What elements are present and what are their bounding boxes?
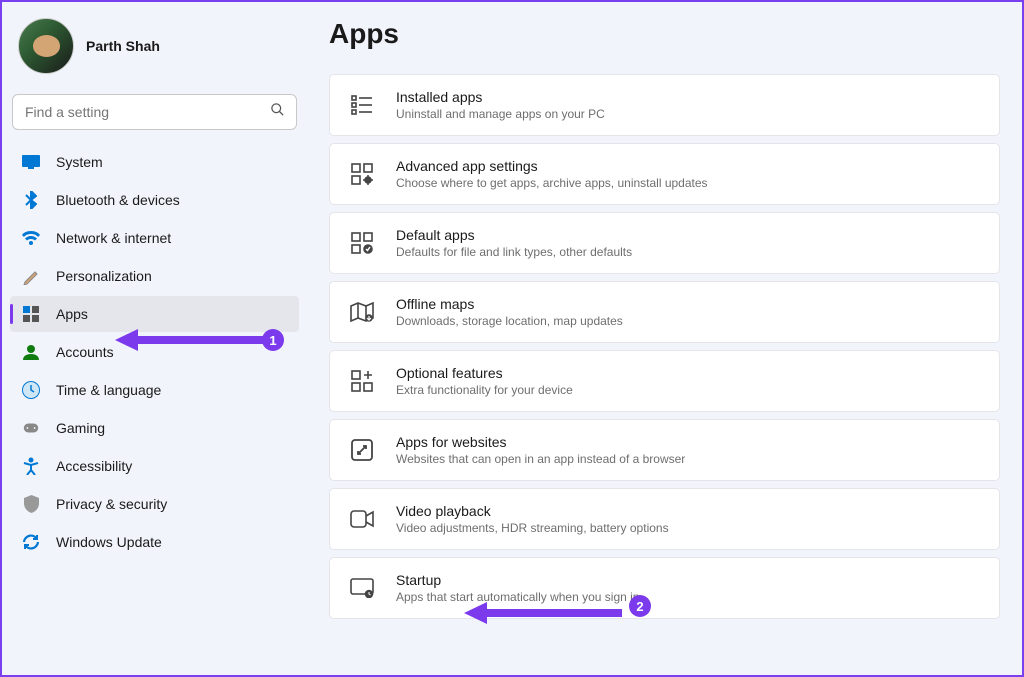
- gamepad-icon: [22, 419, 40, 437]
- card-offline-maps[interactable]: Offline maps Downloads, storage location…: [329, 281, 1000, 343]
- display-icon: [22, 153, 40, 171]
- search-icon[interactable]: [270, 102, 285, 122]
- sidebar-item-accessibility[interactable]: Accessibility: [10, 448, 299, 484]
- person-icon: [22, 343, 40, 361]
- accessibility-icon: [22, 457, 40, 475]
- apps-icon: [22, 305, 40, 323]
- sidebar-item-update[interactable]: Windows Update: [10, 524, 299, 560]
- clock-icon: [22, 381, 40, 399]
- card-subtitle: Downloads, storage location, map updates: [396, 314, 623, 328]
- sidebar-item-bluetooth[interactable]: Bluetooth & devices: [10, 182, 299, 218]
- update-icon: [22, 533, 40, 551]
- card-video-playback[interactable]: Video playback Video adjustments, HDR st…: [329, 488, 1000, 550]
- card-subtitle: Extra functionality for your device: [396, 383, 573, 397]
- annotation-arrow-1: [113, 327, 263, 353]
- user-name: Parth Shah: [86, 38, 160, 54]
- card-title: Video playback: [396, 503, 669, 519]
- card-subtitle: Websites that can open in an app instead…: [396, 452, 685, 466]
- page-title: Apps: [329, 18, 1000, 50]
- sidebar-item-time[interactable]: Time & language: [10, 372, 299, 408]
- nav-label: Privacy & security: [56, 496, 167, 512]
- card-title: Offline maps: [396, 296, 623, 312]
- map-icon: [350, 300, 374, 324]
- grid-check-icon: [350, 231, 374, 255]
- sidebar-item-gaming[interactable]: Gaming: [10, 410, 299, 446]
- annotation-arrow-2: [462, 600, 622, 626]
- wifi-icon: [22, 229, 40, 247]
- sidebar-item-system[interactable]: System: [10, 144, 299, 180]
- nav-label: Network & internet: [56, 230, 171, 246]
- card-title: Advanced app settings: [396, 158, 708, 174]
- card-title: Optional features: [396, 365, 573, 381]
- card-default-apps[interactable]: Default apps Defaults for file and link …: [329, 212, 1000, 274]
- nav-label: Time & language: [56, 382, 161, 398]
- profile-section[interactable]: Parth Shah: [10, 12, 299, 90]
- card-subtitle: Video adjustments, HDR streaming, batter…: [396, 521, 669, 535]
- link-icon: [350, 438, 374, 462]
- avatar: [18, 18, 74, 74]
- nav-label: Accounts: [56, 344, 114, 360]
- card-advanced-app-settings[interactable]: Advanced app settings Choose where to ge…: [329, 143, 1000, 205]
- bluetooth-icon: [22, 191, 40, 209]
- card-title: Default apps: [396, 227, 632, 243]
- search-box: [12, 94, 297, 130]
- card-subtitle: Uninstall and manage apps on your PC: [396, 107, 605, 121]
- sidebar-item-personalization[interactable]: Personalization: [10, 258, 299, 294]
- card-title: Apps for websites: [396, 434, 685, 450]
- nav-label: Gaming: [56, 420, 105, 436]
- card-installed-apps[interactable]: Installed apps Uninstall and manage apps…: [329, 74, 1000, 136]
- grid-plus-icon: [350, 369, 374, 393]
- main-panel: Apps Installed apps Uninstall and manage…: [307, 2, 1022, 675]
- list-icon: [350, 93, 374, 117]
- card-apps-for-websites[interactable]: Apps for websites Websites that can open…: [329, 419, 1000, 481]
- card-optional-features[interactable]: Optional features Extra functionality fo…: [329, 350, 1000, 412]
- video-icon: [350, 507, 374, 531]
- card-startup[interactable]: Startup Apps that start automatically wh…: [329, 557, 1000, 619]
- shield-icon: [22, 495, 40, 513]
- search-input[interactable]: [12, 94, 297, 130]
- nav-label: Apps: [56, 306, 88, 322]
- nav-label: Windows Update: [56, 534, 162, 550]
- card-title: Startup: [396, 572, 639, 588]
- card-subtitle: Defaults for file and link types, other …: [396, 245, 632, 259]
- nav-label: Bluetooth & devices: [56, 192, 180, 208]
- brush-icon: [22, 267, 40, 285]
- annotation-badge-1: 1: [262, 329, 284, 351]
- sidebar-item-network[interactable]: Network & internet: [10, 220, 299, 256]
- card-list: Installed apps Uninstall and manage apps…: [329, 74, 1000, 619]
- nav-label: System: [56, 154, 103, 170]
- nav-label: Accessibility: [56, 458, 132, 474]
- nav-label: Personalization: [56, 268, 152, 284]
- sidebar-item-privacy[interactable]: Privacy & security: [10, 486, 299, 522]
- startup-icon: [350, 576, 374, 600]
- card-subtitle: Choose where to get apps, archive apps, …: [396, 176, 708, 190]
- card-title: Installed apps: [396, 89, 605, 105]
- annotation-badge-2: 2: [629, 595, 651, 617]
- grid-gear-icon: [350, 162, 374, 186]
